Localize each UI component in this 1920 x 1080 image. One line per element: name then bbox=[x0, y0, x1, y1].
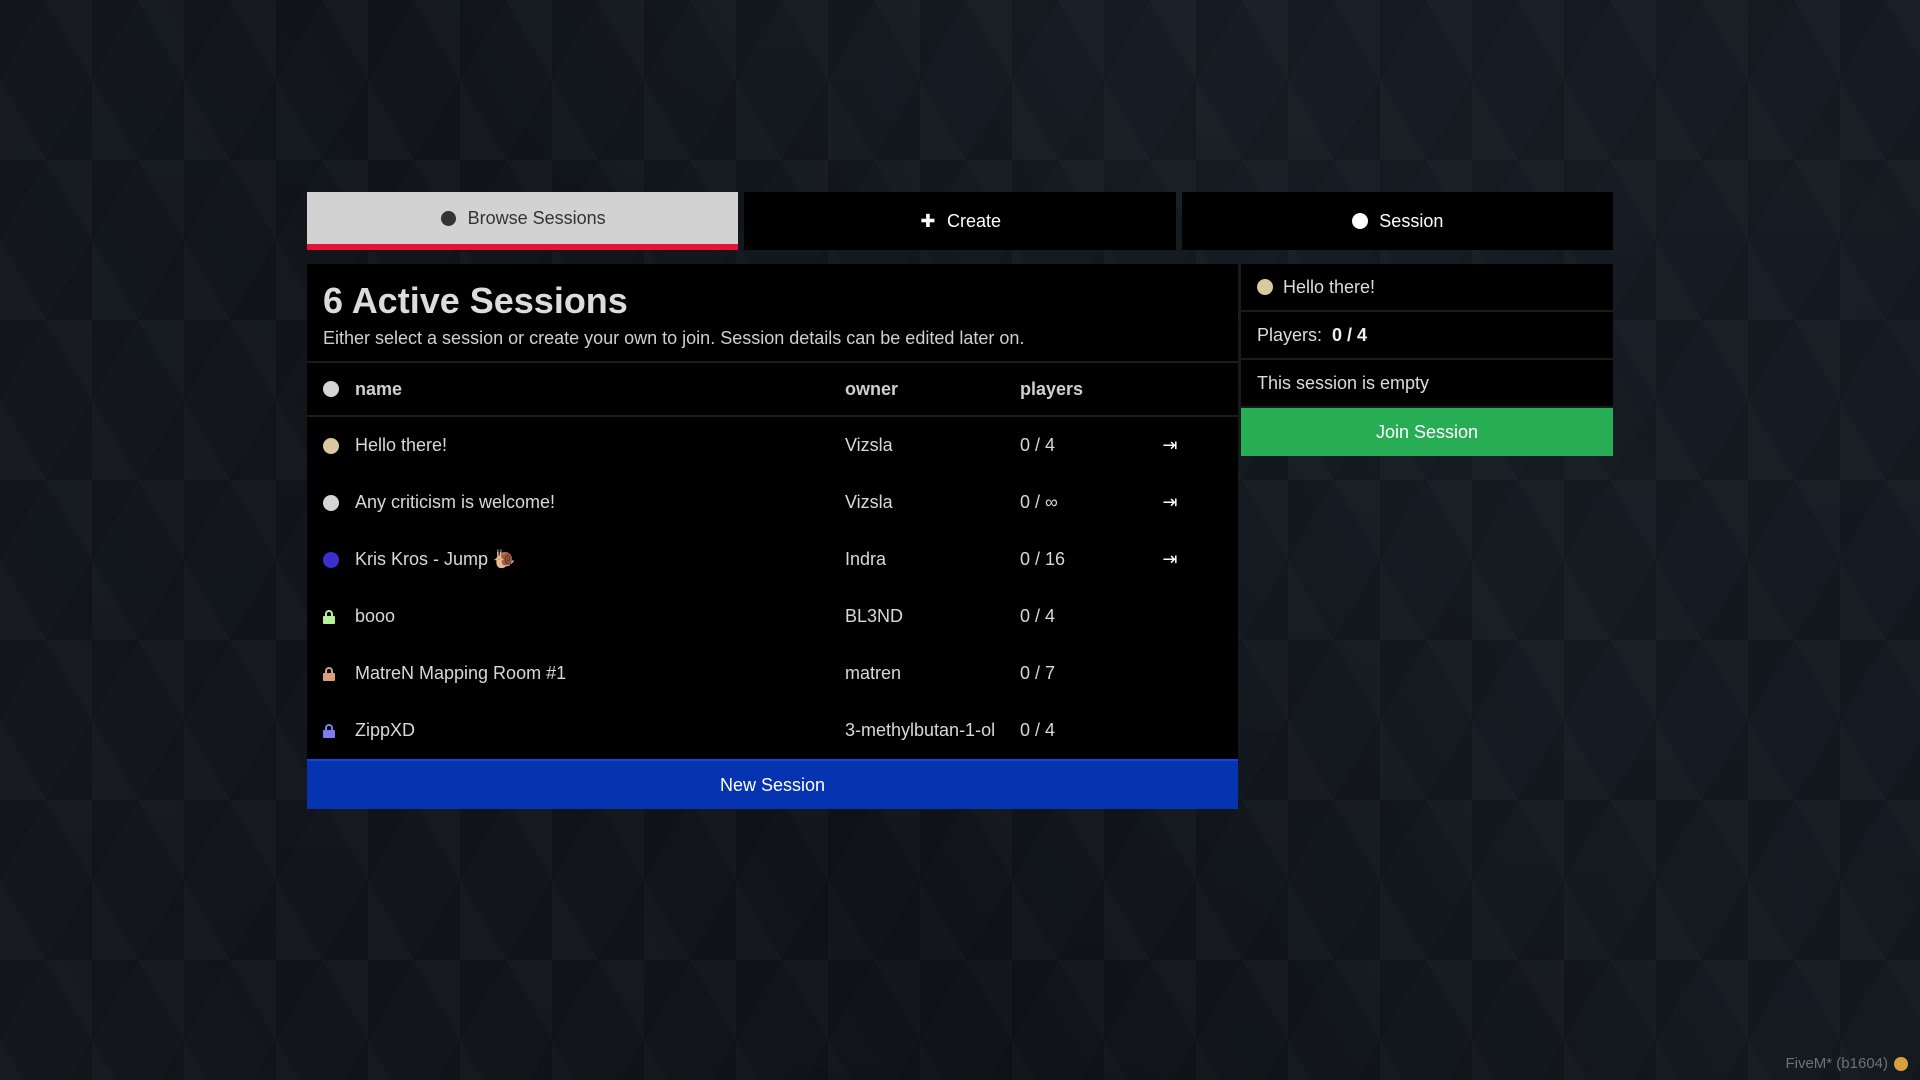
dot-icon bbox=[323, 381, 339, 397]
session-dot-icon bbox=[323, 551, 339, 568]
sessions-header: 6 Active Sessions Either select a sessio… bbox=[307, 264, 1238, 363]
tab-create[interactable]: ✚ Create bbox=[744, 192, 1176, 250]
table-row[interactable]: Any criticism is welcome! Vizsla 0 / ∞ ⇥ bbox=[307, 474, 1238, 531]
sessions-list: Hello there! Vizsla 0 / 4 ⇥ Any criticism is… bbox=[307, 417, 1238, 759]
session-name: ZippXD bbox=[355, 720, 416, 740]
session-owner: 3-methylbutan-1-ol bbox=[845, 720, 996, 740]
session-color-dot bbox=[1257, 279, 1273, 295]
session-dot-icon bbox=[323, 437, 339, 454]
players-row: Players: 0 / 4 bbox=[1241, 312, 1613, 360]
session-dot-icon bbox=[323, 494, 339, 511]
globe-icon bbox=[440, 209, 458, 227]
column-name[interactable]: name bbox=[355, 379, 845, 400]
session-players: 0 / 4 bbox=[1020, 435, 1056, 455]
join-icon[interactable]: ⇥ bbox=[1162, 549, 1177, 570]
sessions-panel: 6 Active Sessions Either select a sessio… bbox=[307, 264, 1238, 809]
session-owner: matren bbox=[845, 663, 902, 683]
tab-bar: Browse Sessions ✚ Create Session bbox=[307, 192, 1613, 250]
session-owner: Indra bbox=[845, 549, 887, 569]
tab-label: Session bbox=[1379, 210, 1444, 231]
header-indicator bbox=[307, 381, 355, 397]
tab-browse-sessions[interactable]: Browse Sessions bbox=[307, 192, 739, 250]
session-name: booo bbox=[355, 606, 396, 626]
table-row[interactable]: ZippXD 3-methylbutan-1-ol 0 / 4 bbox=[307, 702, 1238, 759]
players-label: Players: bbox=[1257, 324, 1323, 345]
content-area: 6 Active Sessions Either select a sessio… bbox=[307, 264, 1613, 809]
session-owner: BL3ND bbox=[845, 606, 904, 626]
table-row[interactable]: Kris Kros - Jump 🐌 Indra 0 / 16 ⇥ bbox=[307, 531, 1238, 588]
table-row[interactable]: MatreN Mapping Room #1 matren 0 / 7 bbox=[307, 645, 1238, 702]
tab-session[interactable]: Session bbox=[1181, 192, 1613, 250]
page-subtitle: Either select a session or create your o… bbox=[323, 328, 1025, 348]
table-row[interactable]: Hello there! Vizsla 0 / 4 ⇥ bbox=[307, 417, 1238, 474]
plus-icon: ✚ bbox=[920, 210, 936, 231]
players-value: 0 / 4 bbox=[1332, 324, 1368, 345]
session-players: 0 / 4 bbox=[1020, 606, 1056, 626]
fivem-logo-icon bbox=[1894, 1056, 1908, 1071]
session-name: Kris Kros - Jump 🐌 bbox=[355, 549, 516, 569]
empty-status: This session is empty bbox=[1241, 360, 1613, 408]
page-title: 6 Active Sessions bbox=[323, 280, 628, 321]
session-name: Hello there! bbox=[355, 435, 448, 455]
version-footer: FiveM* (b1604) bbox=[1785, 1055, 1908, 1072]
column-players[interactable]: players bbox=[1020, 379, 1140, 400]
lock-icon bbox=[323, 666, 335, 681]
session-players: 0 / 7 bbox=[1020, 663, 1056, 683]
session-players: 0 / 16 bbox=[1020, 549, 1066, 569]
join-icon[interactable]: ⇥ bbox=[1162, 492, 1177, 513]
join-session-button[interactable]: Join Session bbox=[1241, 408, 1613, 456]
new-session-button[interactable]: New Session bbox=[307, 759, 1238, 809]
tab-label: Browse Sessions bbox=[467, 207, 606, 228]
session-name: Any criticism is welcome! bbox=[355, 492, 556, 512]
table-row[interactable]: booo BL3ND 0 / 4 bbox=[307, 588, 1238, 645]
session-players: 0 / 4 bbox=[1020, 720, 1056, 740]
tab-label: Create bbox=[946, 210, 1001, 231]
session-owner: Vizsla bbox=[845, 435, 893, 455]
lock-icon bbox=[323, 723, 335, 738]
session-browser: Browse Sessions ✚ Create Session 6 Activ… bbox=[307, 192, 1613, 809]
selected-session-name: Hello there! bbox=[1283, 276, 1376, 297]
version-text: FiveM* (b1604) bbox=[1785, 1055, 1888, 1072]
session-owner: Vizsla bbox=[845, 492, 893, 512]
selected-session-name-row: Hello there! bbox=[1241, 264, 1613, 312]
column-owner[interactable]: owner bbox=[845, 379, 1020, 400]
lock-icon bbox=[323, 609, 335, 624]
session-details-panel: Hello there! Players: 0 / 4 This session… bbox=[1241, 264, 1613, 809]
circle-icon bbox=[1351, 212, 1369, 230]
session-players: 0 / ∞ bbox=[1020, 492, 1058, 512]
table-header: name owner players bbox=[307, 363, 1238, 417]
join-icon[interactable]: ⇥ bbox=[1162, 435, 1177, 456]
session-name: MatreN Mapping Room #1 bbox=[355, 663, 567, 683]
